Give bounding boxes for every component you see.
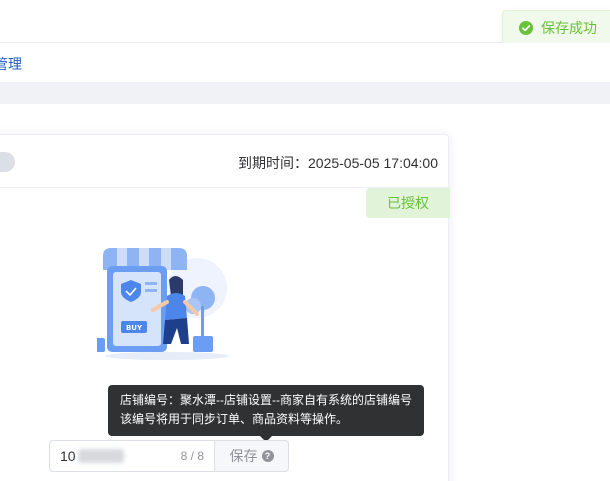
authorized-badge: 已授权 (366, 188, 450, 218)
nav-link-manage[interactable]: 管理 (0, 54, 22, 74)
toast-message: 保存成功 (541, 20, 597, 36)
store-id-tooltip: 店铺编号：聚水潭--店铺设置--商家自有系统的店铺编号 该编号将用于同步订单、商… (108, 385, 424, 436)
store-id-input[interactable]: 10 8 / 8 (49, 440, 215, 472)
redacted-value (77, 449, 124, 463)
store-id-value: 10 (60, 448, 76, 464)
expire-time: 到期时间：2025-05-05 17:04:00 (238, 153, 438, 173)
shop-buy-illustration: BUY (87, 248, 237, 363)
char-counter: 8 / 8 (180, 449, 204, 463)
page-gutter (0, 83, 610, 104)
svg-text:BUY: BUY (126, 324, 143, 332)
question-circle-icon[interactable]: ? (261, 450, 274, 462)
success-toast: 保存成功 (502, 10, 610, 46)
card-header: 到期时间：2025-05-05 17:04:00 (0, 135, 448, 188)
expire-label: 到期时间： (238, 155, 308, 171)
nav-bar: 管理 (0, 43, 610, 83)
tooltip-line-1: 店铺编号：聚水潭--店铺设置--商家自有系统的店铺编号 (120, 393, 412, 407)
expire-value: 2025-05-05 17:04:00 (308, 155, 438, 171)
check-circle-icon (519, 21, 533, 35)
tooltip-line-2: 该编号将用于同步订单、商品资料等操作。 (120, 412, 349, 426)
save-button[interactable]: 保存 ? (215, 440, 289, 472)
store-id-input-group: 10 8 / 8 保存 ? (49, 440, 289, 472)
save-button-label: 保存 (229, 448, 258, 464)
toggle-switch[interactable] (0, 152, 15, 172)
